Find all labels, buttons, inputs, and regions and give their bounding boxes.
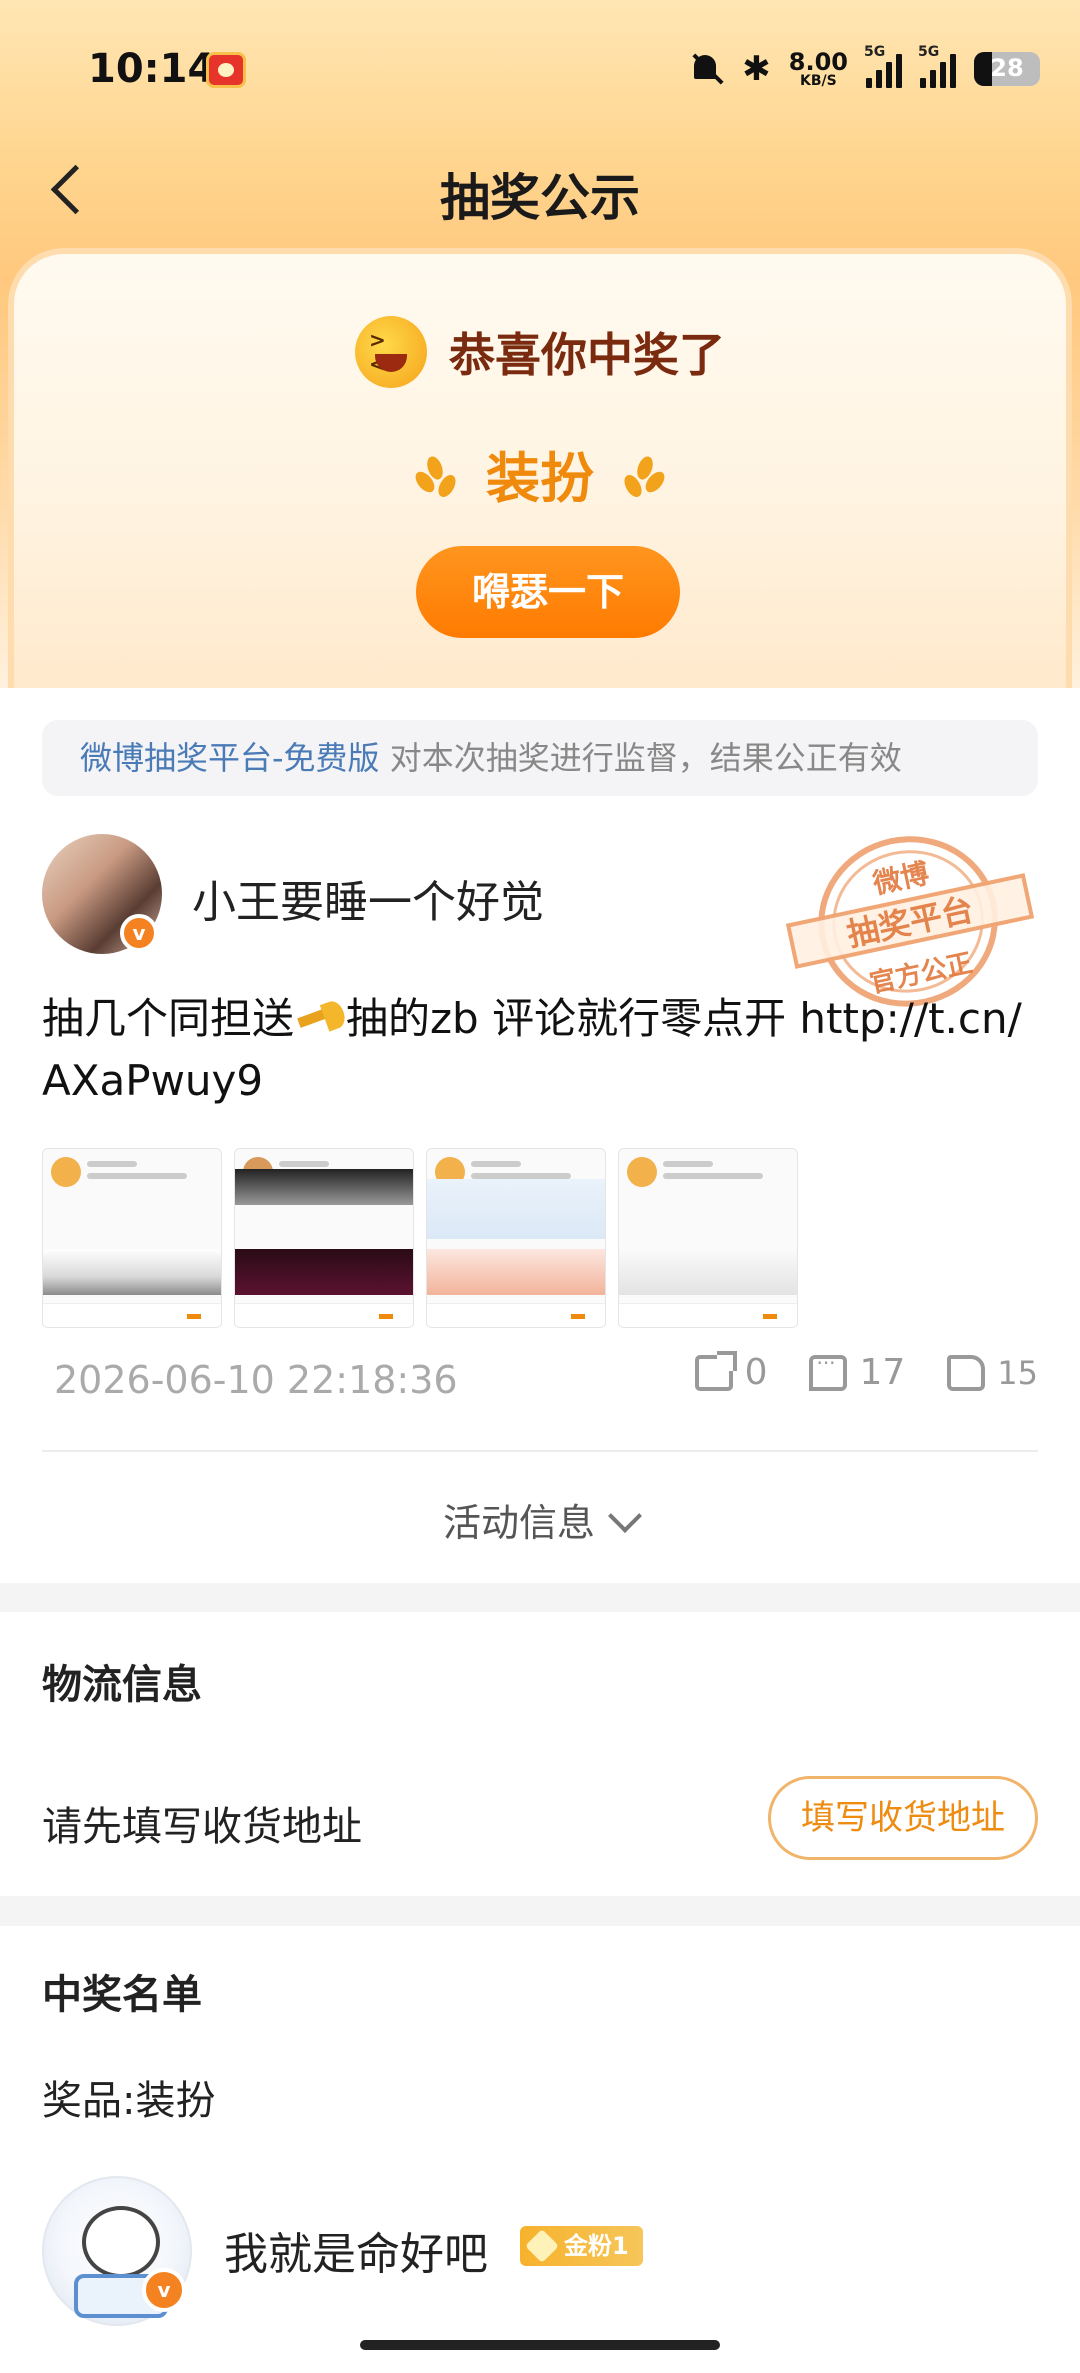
like-icon[interactable] [947, 1354, 986, 1391]
network-speed: 8.00 KB/S [788, 48, 848, 89]
system-icons: ✱ 8.00 KB/S 5G 5G 28 [688, 44, 1040, 94]
supervision-notice: 微博抽奖平台-免费版 对本次抽奖进行监督，结果公正有效 [42, 720, 1038, 796]
prize-row: 装扮 [14, 434, 1066, 513]
congrats-row: 恭喜你中奖了 [14, 316, 1066, 388]
bell-muted-icon [688, 51, 724, 87]
author-name[interactable]: 小王要睡一个好觉 [192, 866, 544, 930]
like-count: 15 [997, 1353, 1038, 1392]
post-actions: 0 17 15 [694, 1350, 1038, 1393]
fan-level-badge: 金粉1 [520, 2226, 643, 2266]
share-icon[interactable] [694, 1350, 737, 1391]
post-section: 微博抽奖平台-免费版 对本次抽奖进行监督，结果公正有效 v 小王要睡一个好觉 微… [0, 688, 1080, 1583]
laurel-right-icon [618, 446, 669, 502]
nav-bar: 抽奖公示 [0, 140, 1080, 240]
notice-text: 对本次抽奖进行监督，结果公正有效 [379, 739, 902, 777]
prize-card: 恭喜你中奖了 装扮 嘚瑟一下 [8, 248, 1072, 688]
share-count: 0 [744, 1352, 768, 1393]
show-off-button[interactable]: 嘚瑟一下 [416, 546, 680, 638]
activity-info-toggle[interactable]: 活动信息 [0, 1492, 1080, 1547]
chevron-down-icon [608, 1499, 642, 1533]
fill-address-button[interactable]: 填写收货地址 [768, 1776, 1038, 1860]
logistics-title: 物流信息 [42, 1662, 202, 1708]
post-text: 抽几个同担送 抽的zb 评论就行零点开 http://t.cn/AXaPwuy9 [42, 994, 1022, 1105]
verified-badge-icon: v [120, 914, 158, 952]
weibo-app-icon [206, 52, 246, 88]
comment-icon[interactable] [809, 1351, 848, 1391]
post-timestamp: 2026-06-10 22:18:36 [54, 1358, 458, 1402]
signal-icon: 5G [918, 44, 956, 88]
lottery-platform-link[interactable]: 微博抽奖平台-免费版 [80, 739, 380, 777]
verified-badge-icon: v [142, 2268, 186, 2312]
prize-name: 装扮 [486, 447, 594, 510]
laughing-face-icon [355, 316, 427, 388]
clock: 10:14 [88, 46, 216, 92]
post-image[interactable] [42, 1148, 222, 1328]
trumpet-icon [294, 1001, 346, 1037]
laurel-left-icon [411, 446, 462, 502]
congrats-text: 恭喜你中奖了 [449, 328, 725, 382]
bluetooth-icon: ✱ [742, 49, 771, 89]
address-prompt: 请先填写收货地址 [42, 1804, 362, 1850]
post-image[interactable] [426, 1148, 606, 1328]
signal-icon: 5G [864, 44, 902, 88]
post-images [42, 1148, 798, 1328]
comment-count: 17 [859, 1352, 906, 1393]
post-image[interactable] [618, 1148, 798, 1328]
status-bar: 10:14 ✱ 8.00 KB/S 5G 5G 28 [0, 0, 1080, 140]
post-image[interactable] [234, 1148, 414, 1328]
divider [42, 1450, 1038, 1452]
winner-name[interactable]: 我就是命好吧 [224, 2218, 488, 2282]
home-indicator[interactable] [360, 2340, 720, 2350]
logistics-section: 物流信息 请先填写收货地址 填写收货地址 [0, 1612, 1080, 1896]
battery-icon: 28 [974, 52, 1040, 86]
prize-label: 奖品:装扮 [42, 2078, 216, 2124]
winners-section: 中奖名单 奖品:装扮 v 我就是命好吧 金粉1 [0, 1926, 1080, 2373]
winners-title: 中奖名单 [42, 1972, 202, 2018]
page-title: 抽奖公示 [440, 169, 640, 227]
